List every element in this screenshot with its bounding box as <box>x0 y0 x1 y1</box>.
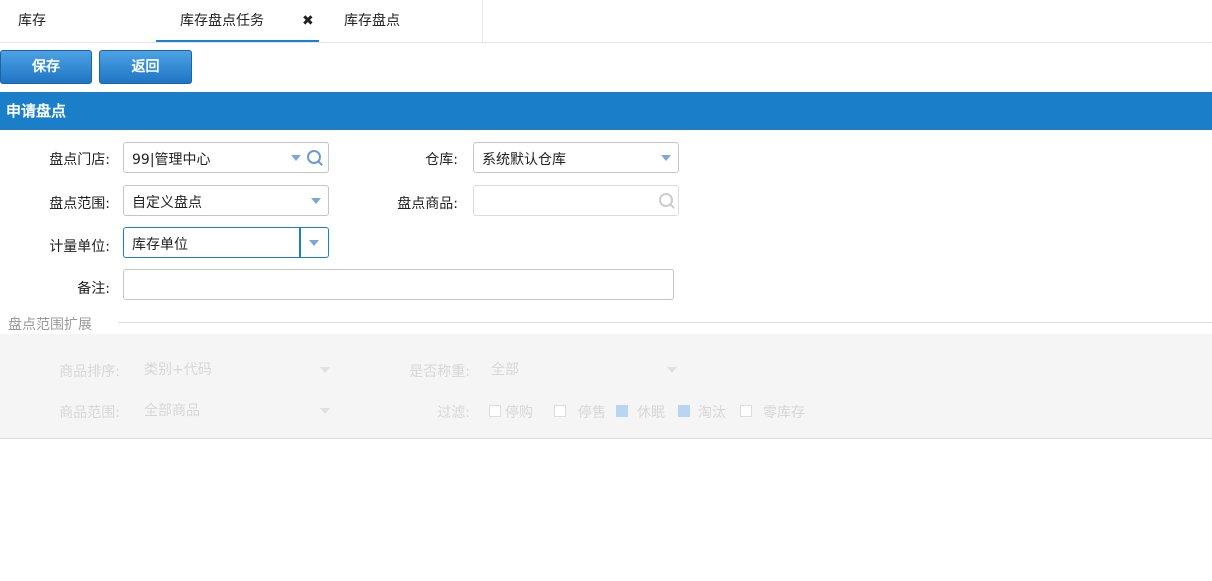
remark-label: 备注: <box>77 281 110 297</box>
sort-select[interactable]: 类别+代码 <box>144 356 334 384</box>
sort-label: 商品排序: <box>59 364 120 380</box>
tab-bar: 库存 库存盘点任务 ✖ 库存盘点 <box>0 0 1212 43</box>
ext-section-title: 盘点范围扩展 <box>8 314 98 334</box>
warehouse-label: 仓库: <box>425 152 458 168</box>
divider <box>118 322 1212 323</box>
filter-label: 过滤: <box>437 405 470 421</box>
chevron-down-icon[interactable] <box>311 198 321 204</box>
chevron-down-icon <box>320 367 330 373</box>
scope-value: 全部商品 <box>144 403 200 419</box>
filter-checkbox-zero-stock[interactable] <box>740 405 752 417</box>
range-select[interactable]: 自定义盘点 <box>123 185 329 216</box>
range-value: 自定义盘点 <box>132 195 202 211</box>
unit-value: 库存单位 <box>132 237 188 253</box>
warehouse-select[interactable]: 系统默认仓库 <box>473 142 679 173</box>
filter-checkbox-stop-purchase[interactable] <box>489 405 501 417</box>
chevron-down-icon[interactable] <box>661 155 671 161</box>
tab-inventory-count[interactable]: 库存盘点 <box>344 0 400 42</box>
unit-select[interactable]: 库存单位 <box>123 227 329 258</box>
weigh-label: 是否称重: <box>409 364 470 380</box>
back-button[interactable]: 返回 <box>99 50 192 84</box>
chevron-down-icon <box>667 367 677 373</box>
search-icon[interactable] <box>307 150 321 164</box>
scope-select[interactable]: 全部商品 <box>144 397 334 425</box>
filter-label-stop-purchase: 停购 <box>505 405 533 421</box>
unit-label: 计量单位: <box>49 239 110 255</box>
warehouse-value: 系统默认仓库 <box>482 152 566 168</box>
tab-label: 库存盘点任务 <box>180 13 264 29</box>
search-icon[interactable] <box>659 193 673 207</box>
close-icon[interactable]: ✖ <box>302 0 314 42</box>
tab-inventory[interactable]: 库存 <box>18 0 46 42</box>
chevron-down-icon <box>320 408 330 414</box>
section-header: 申请盘点 <box>0 92 1212 130</box>
filter-checkbox-dormant[interactable] <box>616 405 628 417</box>
scope-label: 商品范围: <box>59 405 120 421</box>
filter-label-obsolete: 淘汰 <box>698 405 726 421</box>
tab-divider <box>482 0 483 42</box>
store-label: 盘点门店: <box>49 152 110 168</box>
chevron-down-icon <box>309 240 319 246</box>
remark-input[interactable] <box>123 269 674 300</box>
filter-label-stop-sale: 停售 <box>578 405 606 421</box>
goods-input[interactable] <box>473 185 679 216</box>
store-value: 99|管理中心 <box>132 152 211 168</box>
unit-dropdown-button[interactable] <box>299 228 328 257</box>
range-label: 盘点范围: <box>49 196 110 212</box>
filter-label-zero-stock: 零库存 <box>763 405 805 421</box>
sort-value: 类别+代码 <box>144 362 212 378</box>
store-select[interactable]: 99|管理中心 <box>123 142 329 173</box>
weigh-select[interactable]: 全部 <box>491 356 681 384</box>
filter-checkbox-obsolete[interactable] <box>678 405 690 417</box>
save-button[interactable]: 保存 <box>0 50 92 84</box>
chevron-down-icon[interactable] <box>291 155 301 161</box>
weigh-value: 全部 <box>491 362 519 378</box>
filter-label-dormant: 休眠 <box>637 405 665 421</box>
filter-checkbox-stop-sale[interactable] <box>554 405 566 417</box>
tab-inventory-count-task[interactable]: 库存盘点任务 ✖ <box>156 0 319 42</box>
goods-label: 盘点商品: <box>397 196 458 212</box>
